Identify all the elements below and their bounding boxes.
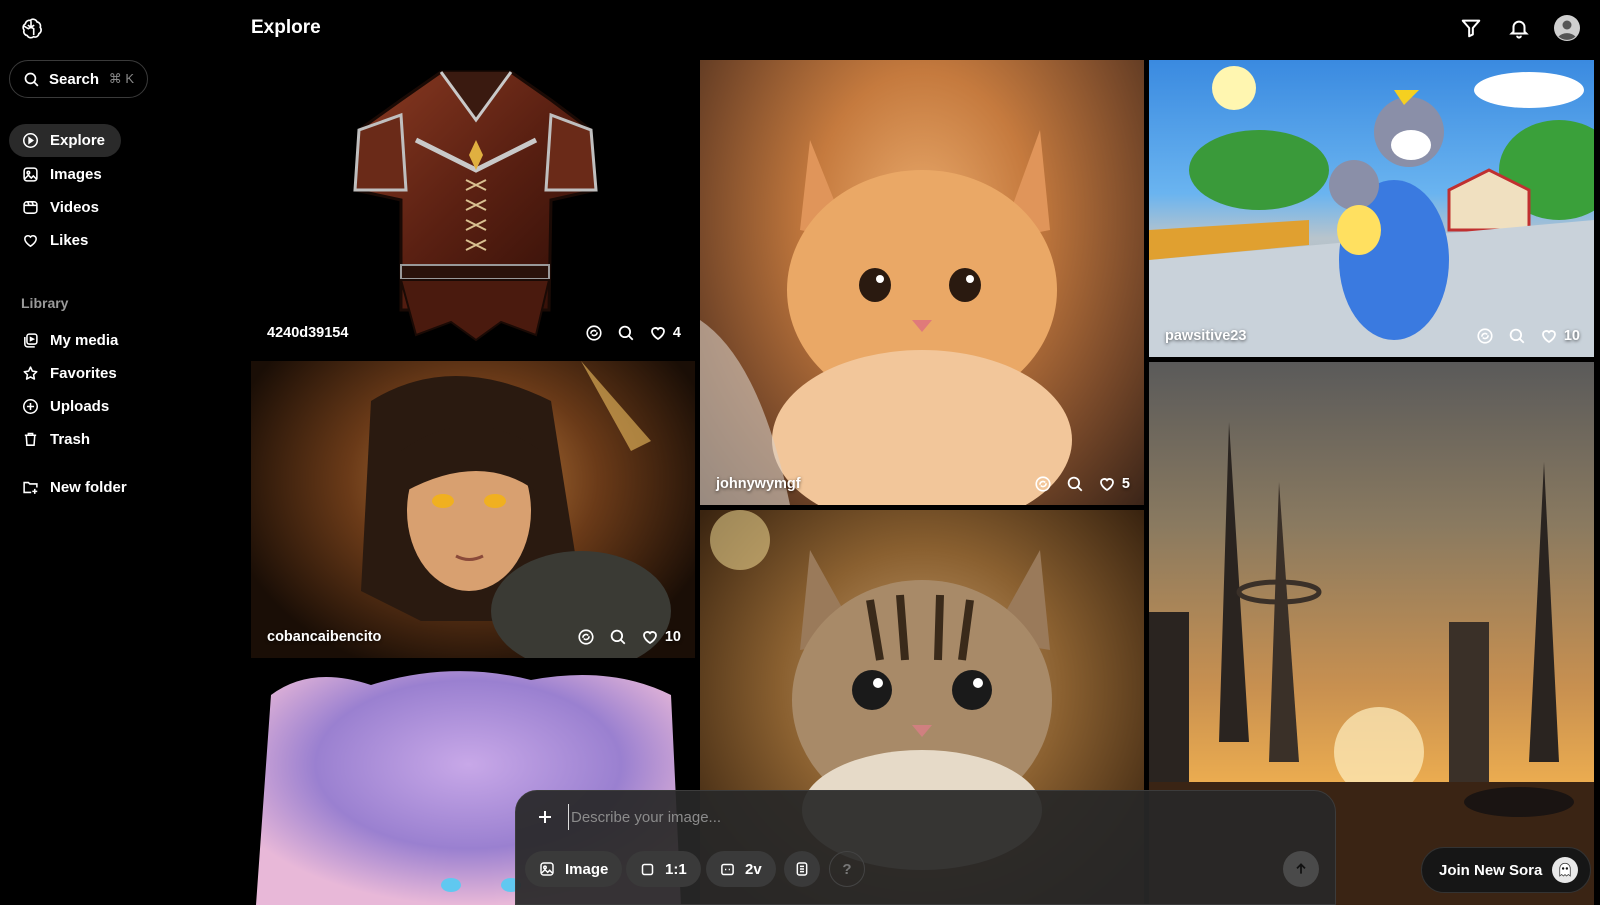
- sidebar-item-label: Images: [50, 166, 102, 183]
- kitten-image: [700, 130, 1072, 505]
- zoom-icon[interactable]: [609, 628, 627, 646]
- sidebar-item-label: Trash: [50, 431, 91, 448]
- join-new-sora-button[interactable]: Join New Sora: [1421, 847, 1591, 893]
- notifications-button[interactable]: [1506, 15, 1532, 41]
- filter-button[interactable]: [1458, 15, 1484, 41]
- sora-mascot-icon: [1552, 857, 1578, 883]
- card-meta: cobancaibencito 10: [267, 628, 681, 646]
- variations-icon: [721, 863, 734, 875]
- sidebar-item-label: Videos: [50, 199, 99, 216]
- storyboard-button[interactable]: [784, 851, 820, 887]
- aspect-ratio-button[interactable]: 1:1: [626, 851, 701, 887]
- filter-icon: [1461, 19, 1481, 38]
- sidebar-item-trash[interactable]: Trash: [9, 423, 106, 456]
- aspect-ratio-label: 1:1: [665, 860, 687, 878]
- help-button[interactable]: ?: [829, 851, 865, 887]
- card-username[interactable]: pawsitive23: [1165, 328, 1476, 344]
- sidebar-item-favorites[interactable]: Favorites: [9, 357, 133, 390]
- account-icon: [1554, 15, 1580, 41]
- zoom-icon[interactable]: [617, 324, 635, 342]
- prompt-composer: Image 1:1 2v ?: [515, 790, 1336, 905]
- openai-logo-icon[interactable]: [18, 16, 44, 42]
- remix-icon[interactable]: [577, 628, 595, 646]
- help-label: ?: [842, 860, 852, 878]
- like-count: 10: [664, 629, 681, 645]
- like-button[interactable]: 10: [641, 628, 681, 646]
- heart-icon: [24, 235, 37, 248]
- armor-image: [353, 70, 598, 342]
- remix-icon[interactable]: [1034, 475, 1052, 493]
- like-button[interactable]: 10: [1540, 327, 1580, 345]
- new-folder-label: New folder: [50, 479, 127, 496]
- media-type-button[interactable]: Image: [525, 851, 623, 887]
- card-meta: johnywymgf 5: [716, 475, 1130, 493]
- square-icon: [641, 863, 654, 875]
- image-icon: [23, 167, 38, 182]
- trash-icon: [24, 432, 37, 446]
- arrow-up-icon: [1296, 863, 1306, 874]
- sidebar-item-label: Likes: [50, 232, 89, 249]
- like-count: 10: [1563, 328, 1580, 344]
- card-meta: 4240d39154 4: [267, 324, 681, 342]
- search-shortcut: ⌘ K: [108, 71, 134, 86]
- card-meta: pawsitive23 10: [1165, 327, 1580, 345]
- upload-icon: [22, 398, 39, 415]
- page-title: Explore: [251, 17, 321, 38]
- media-card[interactable]: johnywymgf 5: [700, 60, 1144, 505]
- heart-icon: [642, 631, 657, 645]
- like-count: 5: [1121, 476, 1130, 492]
- sidebar: Search ⌘ K Explore Images Videos Likes L…: [0, 0, 236, 905]
- media-card[interactable]: pawsitive23 10: [1149, 60, 1594, 357]
- heart-icon: [651, 327, 665, 341]
- image-icon: [540, 862, 554, 876]
- media-card[interactable]: cobancaibencito 10: [251, 361, 695, 658]
- search-label: Search: [49, 70, 100, 88]
- join-label: Join New Sora: [1439, 861, 1543, 879]
- card-username[interactable]: 4240d39154: [267, 325, 585, 341]
- like-button[interactable]: 4: [649, 324, 681, 342]
- document-icon: [796, 862, 808, 876]
- remix-icon[interactable]: [1476, 327, 1494, 345]
- sidebar-item-label: Favorites: [50, 365, 117, 382]
- sidebar-item-likes[interactable]: Likes: [9, 224, 104, 257]
- star-icon: [23, 366, 38, 380]
- heart-icon: [1100, 478, 1114, 492]
- card-username[interactable]: johnywymgf: [716, 476, 1034, 492]
- remix-icon[interactable]: [585, 324, 603, 342]
- sidebar-item-images[interactable]: Images: [9, 158, 118, 191]
- variations-button[interactable]: 2v: [706, 851, 776, 887]
- submit-button[interactable]: [1283, 851, 1319, 887]
- warrior-image: [361, 361, 671, 658]
- library-heading: Library: [21, 295, 69, 311]
- account-button[interactable]: [1554, 15, 1580, 41]
- heart-icon: [1541, 330, 1556, 344]
- sidebar-item-label: My media: [50, 332, 119, 349]
- variations-label: 2v: [745, 860, 762, 878]
- like-count: 4: [672, 325, 681, 341]
- card-username[interactable]: cobancaibencito: [267, 629, 577, 645]
- like-button[interactable]: 5: [1098, 475, 1130, 493]
- video-icon: [23, 201, 38, 214]
- sidebar-item-videos[interactable]: Videos: [9, 191, 115, 224]
- zoom-icon[interactable]: [1066, 475, 1084, 493]
- search-button[interactable]: Search ⌘ K: [9, 60, 148, 98]
- media-type-label: Image: [565, 860, 609, 878]
- sidebar-item-my-media[interactable]: My media: [9, 324, 134, 357]
- sidebar-item-uploads[interactable]: Uploads: [9, 390, 125, 423]
- media-icon: [24, 333, 38, 348]
- add-attachment-icon[interactable]: [533, 805, 557, 829]
- prompt-input[interactable]: [568, 804, 1248, 830]
- search-icon: [24, 72, 39, 86]
- zoom-icon[interactable]: [1508, 327, 1526, 345]
- sidebar-item-explore[interactable]: Explore: [9, 124, 122, 157]
- sidebar-item-label: Explore: [50, 132, 106, 149]
- sidebar-item-label: Uploads: [50, 398, 110, 415]
- explore-icon: [22, 132, 39, 149]
- folder-plus-icon: [23, 481, 38, 494]
- bell-icon: [1509, 20, 1529, 39]
- media-card[interactable]: 4240d39154 4: [251, 60, 695, 354]
- new-folder-button[interactable]: New folder: [9, 471, 143, 504]
- cartoon-cats-image: [1149, 66, 1594, 357]
